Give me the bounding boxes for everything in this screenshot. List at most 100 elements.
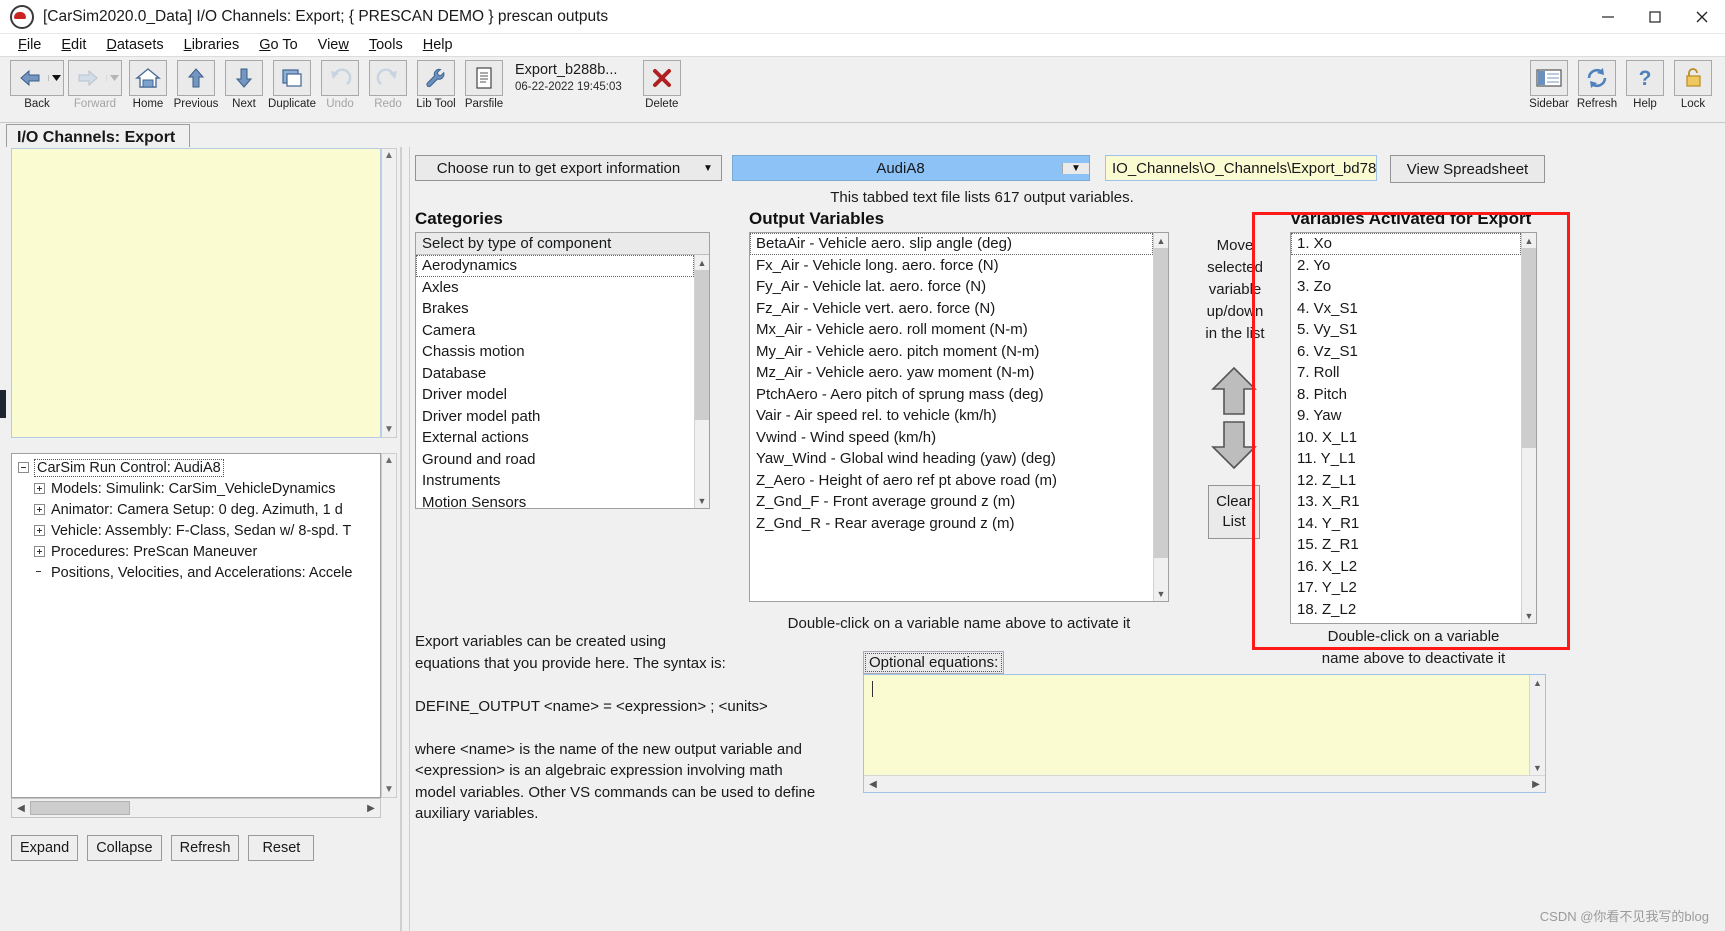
- menu-file[interactable]: FFileile: [8, 36, 51, 54]
- scrollbar-thumb[interactable]: [30, 801, 130, 815]
- tree-toggle-plus-icon[interactable]: [34, 525, 45, 536]
- tree-node-vehicle[interactable]: Vehicle: Assembly: F-Class, Sedan w/ 8-s…: [12, 520, 380, 541]
- list-item[interactable]: 18. Z_L2: [1291, 599, 1521, 621]
- list-item[interactable]: 9. Yaw: [1291, 405, 1521, 427]
- scroll-up-icon[interactable]: ▲: [1530, 675, 1545, 690]
- list-item[interactable]: Fz_Air - Vehicle vert. aero. force (N): [750, 298, 1153, 320]
- menu-datasets[interactable]: Datasets: [96, 36, 173, 54]
- scroll-up-icon[interactable]: ▲: [695, 255, 710, 270]
- scroll-up-icon[interactable]: ▲: [384, 454, 394, 468]
- scroll-down-icon[interactable]: ▼: [1522, 608, 1537, 623]
- expand-button[interactable]: Expand: [11, 835, 79, 861]
- menu-view[interactable]: View: [308, 36, 359, 54]
- scrollbar-track[interactable]: [694, 270, 709, 493]
- optional-equations-field[interactable]: ▲ ▼ ◀ ▶: [863, 674, 1546, 793]
- tree-vertical-scrollbar[interactable]: ▲ ▼: [381, 453, 397, 798]
- maximize-button[interactable]: [1631, 0, 1678, 33]
- toolbar-redo-button[interactable]: Redo: [364, 60, 412, 110]
- list-item[interactable]: My_Air - Vehicle aero. pitch moment (N-m…: [750, 341, 1153, 363]
- collapse-button[interactable]: Collapse: [87, 835, 162, 861]
- scroll-up-icon[interactable]: ▲: [384, 149, 394, 163]
- export-path-field[interactable]: IO_Channels\O_Channels\Export_bd78: [1105, 155, 1377, 181]
- scroll-left-icon[interactable]: ◀: [12, 803, 30, 814]
- chevron-down-icon[interactable]: ▼: [1062, 162, 1089, 174]
- tree-node-run-control[interactable]: CarSim Run Control: AudiA8: [12, 457, 380, 478]
- list-item[interactable]: Motion Sensors: [416, 492, 694, 509]
- tree-horizontal-scrollbar[interactable]: ◀ ▶: [11, 798, 381, 818]
- scroll-up-icon[interactable]: ▲: [1522, 233, 1537, 248]
- scroll-down-icon[interactable]: ▼: [1530, 760, 1545, 775]
- run-select-dropdown[interactable]: Choose run to get export information ▼: [415, 155, 722, 181]
- chevron-down-icon[interactable]: ▼: [695, 163, 721, 174]
- list-item[interactable]: Yaw_Wind - Global wind heading (yaw) (de…: [750, 448, 1153, 470]
- toolbar-refresh-button[interactable]: Refresh: [1573, 60, 1621, 110]
- list-item[interactable]: 3. Zo: [1291, 276, 1521, 298]
- list-item[interactable]: 6. Vz_S1: [1291, 341, 1521, 363]
- list-item[interactable]: 14. Y_R1: [1291, 513, 1521, 535]
- tree-node-models[interactable]: Models: Simulink: CarSim_VehicleDynamics: [12, 478, 380, 499]
- list-item[interactable]: Z_Gnd_R - Rear average ground z (m): [750, 513, 1153, 535]
- menu-tools[interactable]: Tools: [359, 36, 413, 54]
- output-variables-listbox[interactable]: BetaAir - Vehicle aero. slip angle (deg)…: [749, 232, 1169, 602]
- clear-list-button[interactable]: Clear List: [1208, 485, 1260, 539]
- activated-scrollbar[interactable]: ▲ ▼: [1521, 233, 1536, 623]
- equations-vertical-scrollbar[interactable]: ▲ ▼: [1529, 675, 1545, 775]
- refresh-button[interactable]: Refresh: [170, 835, 240, 861]
- list-item[interactable]: 1. Xo: [1291, 233, 1521, 255]
- toolbar-lock-button[interactable]: Lock: [1669, 60, 1717, 110]
- list-item[interactable]: 16. X_L2: [1291, 556, 1521, 578]
- scroll-down-icon[interactable]: ▼: [384, 423, 394, 437]
- toolbar-back-button[interactable]: Back: [8, 60, 66, 110]
- list-item[interactable]: Ground and road: [416, 449, 694, 471]
- list-item[interactable]: Instruments: [416, 470, 694, 492]
- list-item[interactable]: Chassis motion: [416, 341, 694, 363]
- scroll-down-icon[interactable]: ▼: [695, 493, 710, 508]
- close-button[interactable]: [1678, 0, 1725, 33]
- toolbar-delete-button[interactable]: Delete: [638, 60, 686, 110]
- toolbar-next-button[interactable]: Next: [220, 60, 268, 110]
- list-item[interactable]: 11. Y_L1: [1291, 448, 1521, 470]
- output-variables-items[interactable]: BetaAir - Vehicle aero. slip angle (deg)…: [750, 233, 1153, 601]
- menu-goto[interactable]: Go To: [249, 36, 307, 54]
- toolbar-undo-button[interactable]: Undo: [316, 60, 364, 110]
- toolbar-libtool-button[interactable]: Lib Tool: [412, 60, 460, 110]
- activated-listbox[interactable]: 1. Xo 2. Yo 3. Zo 4. Vx_S1 5. Vy_S1 6. V…: [1290, 232, 1537, 624]
- move-down-button[interactable]: [1210, 419, 1258, 475]
- list-item[interactable]: 13. X_R1: [1291, 491, 1521, 513]
- scroll-left-icon[interactable]: ◀: [864, 779, 882, 790]
- list-item[interactable]: Driver model: [416, 384, 694, 406]
- tree-toggle-plus-icon[interactable]: [34, 504, 45, 515]
- list-item[interactable]: Database: [416, 363, 694, 385]
- toolbar-duplicate-button[interactable]: Duplicate: [268, 60, 316, 110]
- list-item[interactable]: Mx_Air - Vehicle aero. roll moment (N-m): [750, 319, 1153, 341]
- list-item[interactable]: Z_Aero - Height of aero ref pt above roa…: [750, 470, 1153, 492]
- list-item[interactable]: 12. Z_L1: [1291, 470, 1521, 492]
- move-up-button[interactable]: [1210, 365, 1258, 421]
- list-item[interactable]: 5. Vy_S1: [1291, 319, 1521, 341]
- toolbar-sidebar-button[interactable]: Sidebar: [1525, 60, 1573, 110]
- scrollbar-track[interactable]: [1521, 248, 1536, 608]
- scroll-down-icon[interactable]: ▼: [384, 783, 394, 797]
- list-item[interactable]: 2. Yo: [1291, 255, 1521, 277]
- toolbar-help-button[interactable]: ? Help: [1621, 60, 1669, 110]
- output-variables-scrollbar[interactable]: ▲ ▼: [1153, 233, 1168, 601]
- tree-node-procedures[interactable]: Procedures: PreScan Maneuver: [12, 541, 380, 562]
- scroll-up-icon[interactable]: ▲: [1154, 233, 1169, 248]
- tree-toggle-plus-icon[interactable]: [34, 483, 45, 494]
- list-item[interactable]: Brakes: [416, 298, 694, 320]
- notes-field[interactable]: [11, 148, 381, 438]
- toolbar-forward-button[interactable]: Forward: [66, 60, 124, 110]
- menu-edit[interactable]: Edit: [51, 36, 96, 54]
- list-item[interactable]: PtchAero - Aero pitch of sprung mass (de…: [750, 384, 1153, 406]
- list-item[interactable]: Vwind - Wind speed (km/h): [750, 427, 1153, 449]
- list-item[interactable]: 10. X_L1: [1291, 427, 1521, 449]
- tree-toggle-minus-icon[interactable]: [18, 462, 29, 473]
- minimize-button[interactable]: [1584, 0, 1631, 33]
- menu-help[interactable]: Help: [413, 36, 463, 54]
- reset-button[interactable]: Reset: [248, 835, 315, 861]
- list-item[interactable]: Fy_Air - Vehicle lat. aero. force (N): [750, 276, 1153, 298]
- toolbar-home-button[interactable]: Home: [124, 60, 172, 110]
- list-item[interactable]: Z_Gnd_F - Front average ground z (m): [750, 491, 1153, 513]
- toolbar-parsfile-button[interactable]: Parsfile: [460, 60, 508, 110]
- categories-scrollbar[interactable]: ▲ ▼: [694, 255, 709, 508]
